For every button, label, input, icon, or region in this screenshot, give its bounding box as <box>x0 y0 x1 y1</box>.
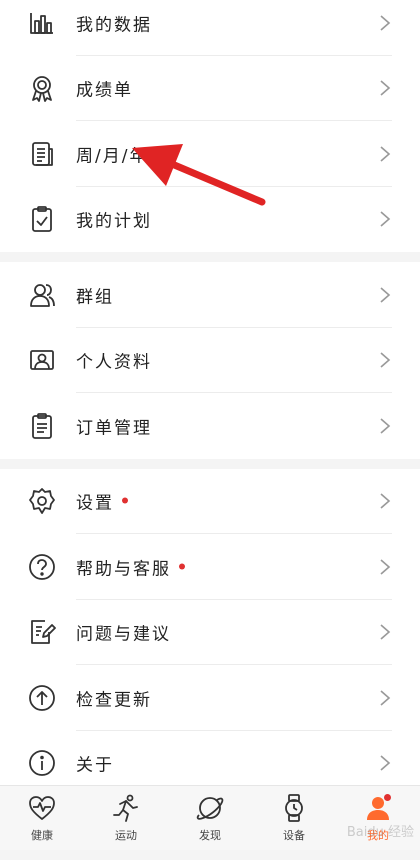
bar-chart-icon <box>26 7 58 39</box>
menu-item-label: 关于 <box>76 755 114 776</box>
tab-mine[interactable]: 我的 <box>336 786 420 850</box>
tab-device[interactable]: 设备 <box>252 786 336 850</box>
help-icon <box>26 551 58 583</box>
menu-item-reports[interactable]: 周/月/年报 <box>0 121 420 187</box>
notification-dot <box>384 794 391 801</box>
profile-card-icon <box>26 344 58 376</box>
tab-label: 发现 <box>199 829 221 842</box>
menu-item-label: 我的计划 <box>76 211 152 232</box>
chevron-right-icon <box>380 352 391 368</box>
watermark: Baidu 经验 <box>346 825 414 840</box>
tab-label: 健康 <box>31 829 53 842</box>
menu-item-profile[interactable]: 个人资料 <box>0 328 420 393</box>
menu-item-help[interactable]: 帮助与客服 <box>0 534 420 600</box>
group-icon <box>26 279 58 311</box>
menu-item-label: 成绩单 <box>76 80 133 101</box>
tab-sport[interactable]: 运动 <box>84 786 168 850</box>
menu-item-label: 问题与建议 <box>76 624 171 645</box>
chevron-right-icon <box>380 15 391 31</box>
notification-dot <box>179 563 185 570</box>
gear-icon <box>26 485 58 517</box>
order-clipboard-icon <box>26 410 58 442</box>
tab-label: 设备 <box>283 829 305 842</box>
chevron-right-icon <box>380 146 391 162</box>
chevron-right-icon <box>380 287 391 303</box>
clipboard-check-icon <box>26 203 58 235</box>
menu-item-settings[interactable]: 设置 <box>0 469 420 534</box>
chevron-right-icon <box>380 418 391 434</box>
menu-item-orders[interactable]: 订单管理 <box>0 393 420 459</box>
chevron-right-icon <box>380 559 391 575</box>
menu-item-label: 我的数据 <box>76 15 152 36</box>
menu-item-label: 群组 <box>76 287 114 308</box>
tab-health[interactable]: 健康 <box>0 786 84 850</box>
menu-item-label: 订单管理 <box>76 418 152 439</box>
notification-dot <box>122 497 128 504</box>
planet-icon <box>196 797 224 820</box>
menu-group-account: 群组 个人资料 订单管理 <box>0 262 420 459</box>
info-icon <box>26 747 58 779</box>
heart-pulse-icon <box>29 796 55 820</box>
menu-item-my-data[interactable]: 我的数据 <box>0 0 420 56</box>
menu-item-label: 周/月/年报 <box>76 146 168 167</box>
chevron-right-icon <box>380 624 391 640</box>
menu-item-groups[interactable]: 群组 <box>0 262 420 328</box>
watch-icon <box>285 794 303 822</box>
running-icon <box>113 794 138 822</box>
menu-item-label: 帮助与客服 <box>76 554 185 579</box>
menu-item-feedback[interactable]: 问题与建议 <box>0 600 420 665</box>
upload-circle-icon <box>26 682 58 714</box>
menu-item-transcript[interactable]: 成绩单 <box>0 56 420 121</box>
report-list-icon <box>26 138 58 170</box>
menu-item-label: 设置 <box>76 489 128 514</box>
menu-item-label: 检查更新 <box>76 690 152 711</box>
chevron-right-icon <box>380 690 391 706</box>
medal-icon <box>26 72 58 104</box>
section-gap <box>0 252 420 262</box>
tab-label: 运动 <box>115 829 137 842</box>
bottom-tab-bar: 健康 运动 发现 设备 我的 <box>0 785 420 850</box>
tab-discover[interactable]: 发现 <box>168 786 252 850</box>
menu-item-check-update[interactable]: 检查更新 <box>0 665 420 731</box>
chevron-right-icon <box>380 755 391 771</box>
menu-group-system: 设置 帮助与客服 问题与建议 检查更新 关于 <box>0 468 420 796</box>
chevron-right-icon <box>380 211 391 227</box>
menu-item-my-plan[interactable]: 我的计划 <box>0 187 420 253</box>
section-gap <box>0 458 420 469</box>
chevron-right-icon <box>380 493 391 509</box>
chevron-right-icon <box>380 80 391 96</box>
feedback-edit-icon <box>26 616 58 648</box>
menu-group-data: 我的数据 成绩单 周/月/年报 我的计划 <box>0 0 420 252</box>
menu-item-label: 个人资料 <box>76 352 152 373</box>
